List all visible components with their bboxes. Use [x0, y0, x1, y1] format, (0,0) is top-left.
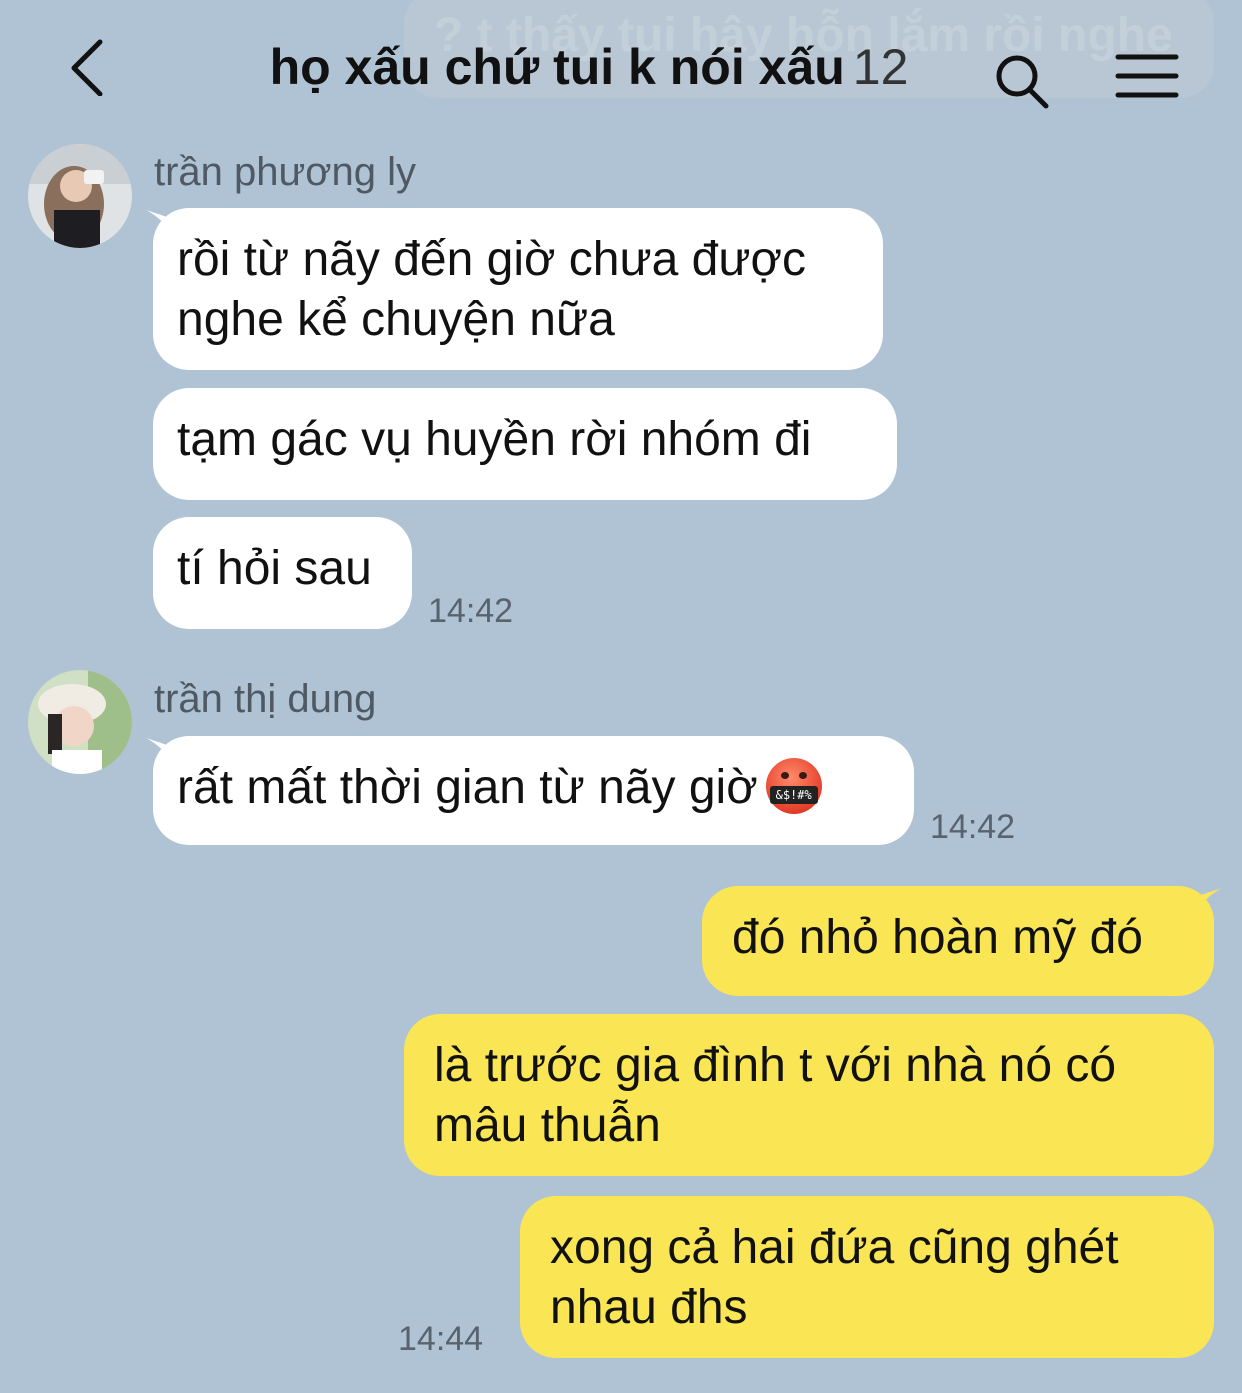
message-bubble[interactable]: tạm gác vụ huyền rời nhóm đi [153, 388, 897, 500]
message-timestamp: 14:42 [930, 808, 1016, 846]
chat-title-text: họ xấu chứ tui k nói xấu [269, 39, 845, 95]
message-bubble[interactable]: rồi từ nãy đến giờ chưa được nghe kể chu… [153, 208, 883, 370]
message-text: đó nhỏ hoàn mỹ đó [732, 911, 1143, 964]
chat-header: ? t thấy tui hây hỗn lắm rồi nghe họ xấu… [0, 0, 1242, 140]
avatar-photo-icon [28, 670, 132, 774]
hamburger-menu-icon [1115, 54, 1179, 98]
search-button[interactable] [992, 52, 1054, 112]
message-bubble[interactable]: xong cả hai đứa cũng ghét nhau đhs [520, 1196, 1214, 1358]
message-text: tạm gác vụ huyền rời nhóm đi [177, 413, 812, 466]
message-bubble[interactable]: là trước gia đình t với nhà nó có mâu th… [404, 1014, 1214, 1176]
sender-name: trần phương ly [154, 150, 417, 194]
avatar-photo-icon [28, 144, 132, 248]
avatar-tran-phuong-ly[interactable] [28, 144, 132, 248]
chat-screen: ? t thấy tui hây hỗn lắm rồi nghe họ xấu… [0, 0, 1242, 1393]
message-text: rất mất thời gian từ nãy giờ [177, 761, 758, 814]
message-timestamp: 14:44 [398, 1320, 484, 1358]
message-bubble[interactable]: tí hỏi sau [153, 517, 412, 629]
face-with-symbols-on-mouth-icon: &$!#% [765, 758, 822, 815]
message-bubble[interactable]: đó nhỏ hoàn mỹ đó [702, 886, 1214, 996]
search-icon [996, 55, 1049, 109]
member-count: 12 [852, 39, 909, 95]
menu-button[interactable] [1114, 52, 1180, 100]
avatar-tran-thi-dung[interactable] [28, 670, 132, 774]
message-text: tí hỏi sau [177, 542, 372, 595]
message-text: rồi từ nãy đến giờ chưa được nghe kể chu… [177, 233, 806, 346]
message-text: xong cả hai đứa cũng ghét nhau đhs [550, 1221, 1119, 1334]
message-text: là trước gia đình t với nhà nó có mâu th… [434, 1039, 1117, 1152]
sender-name: trần thị dung [154, 677, 377, 721]
message-timestamp: 14:42 [428, 592, 514, 630]
message-bubble[interactable]: rất mất thời gian từ nãy giờ &$!#% [153, 736, 914, 845]
